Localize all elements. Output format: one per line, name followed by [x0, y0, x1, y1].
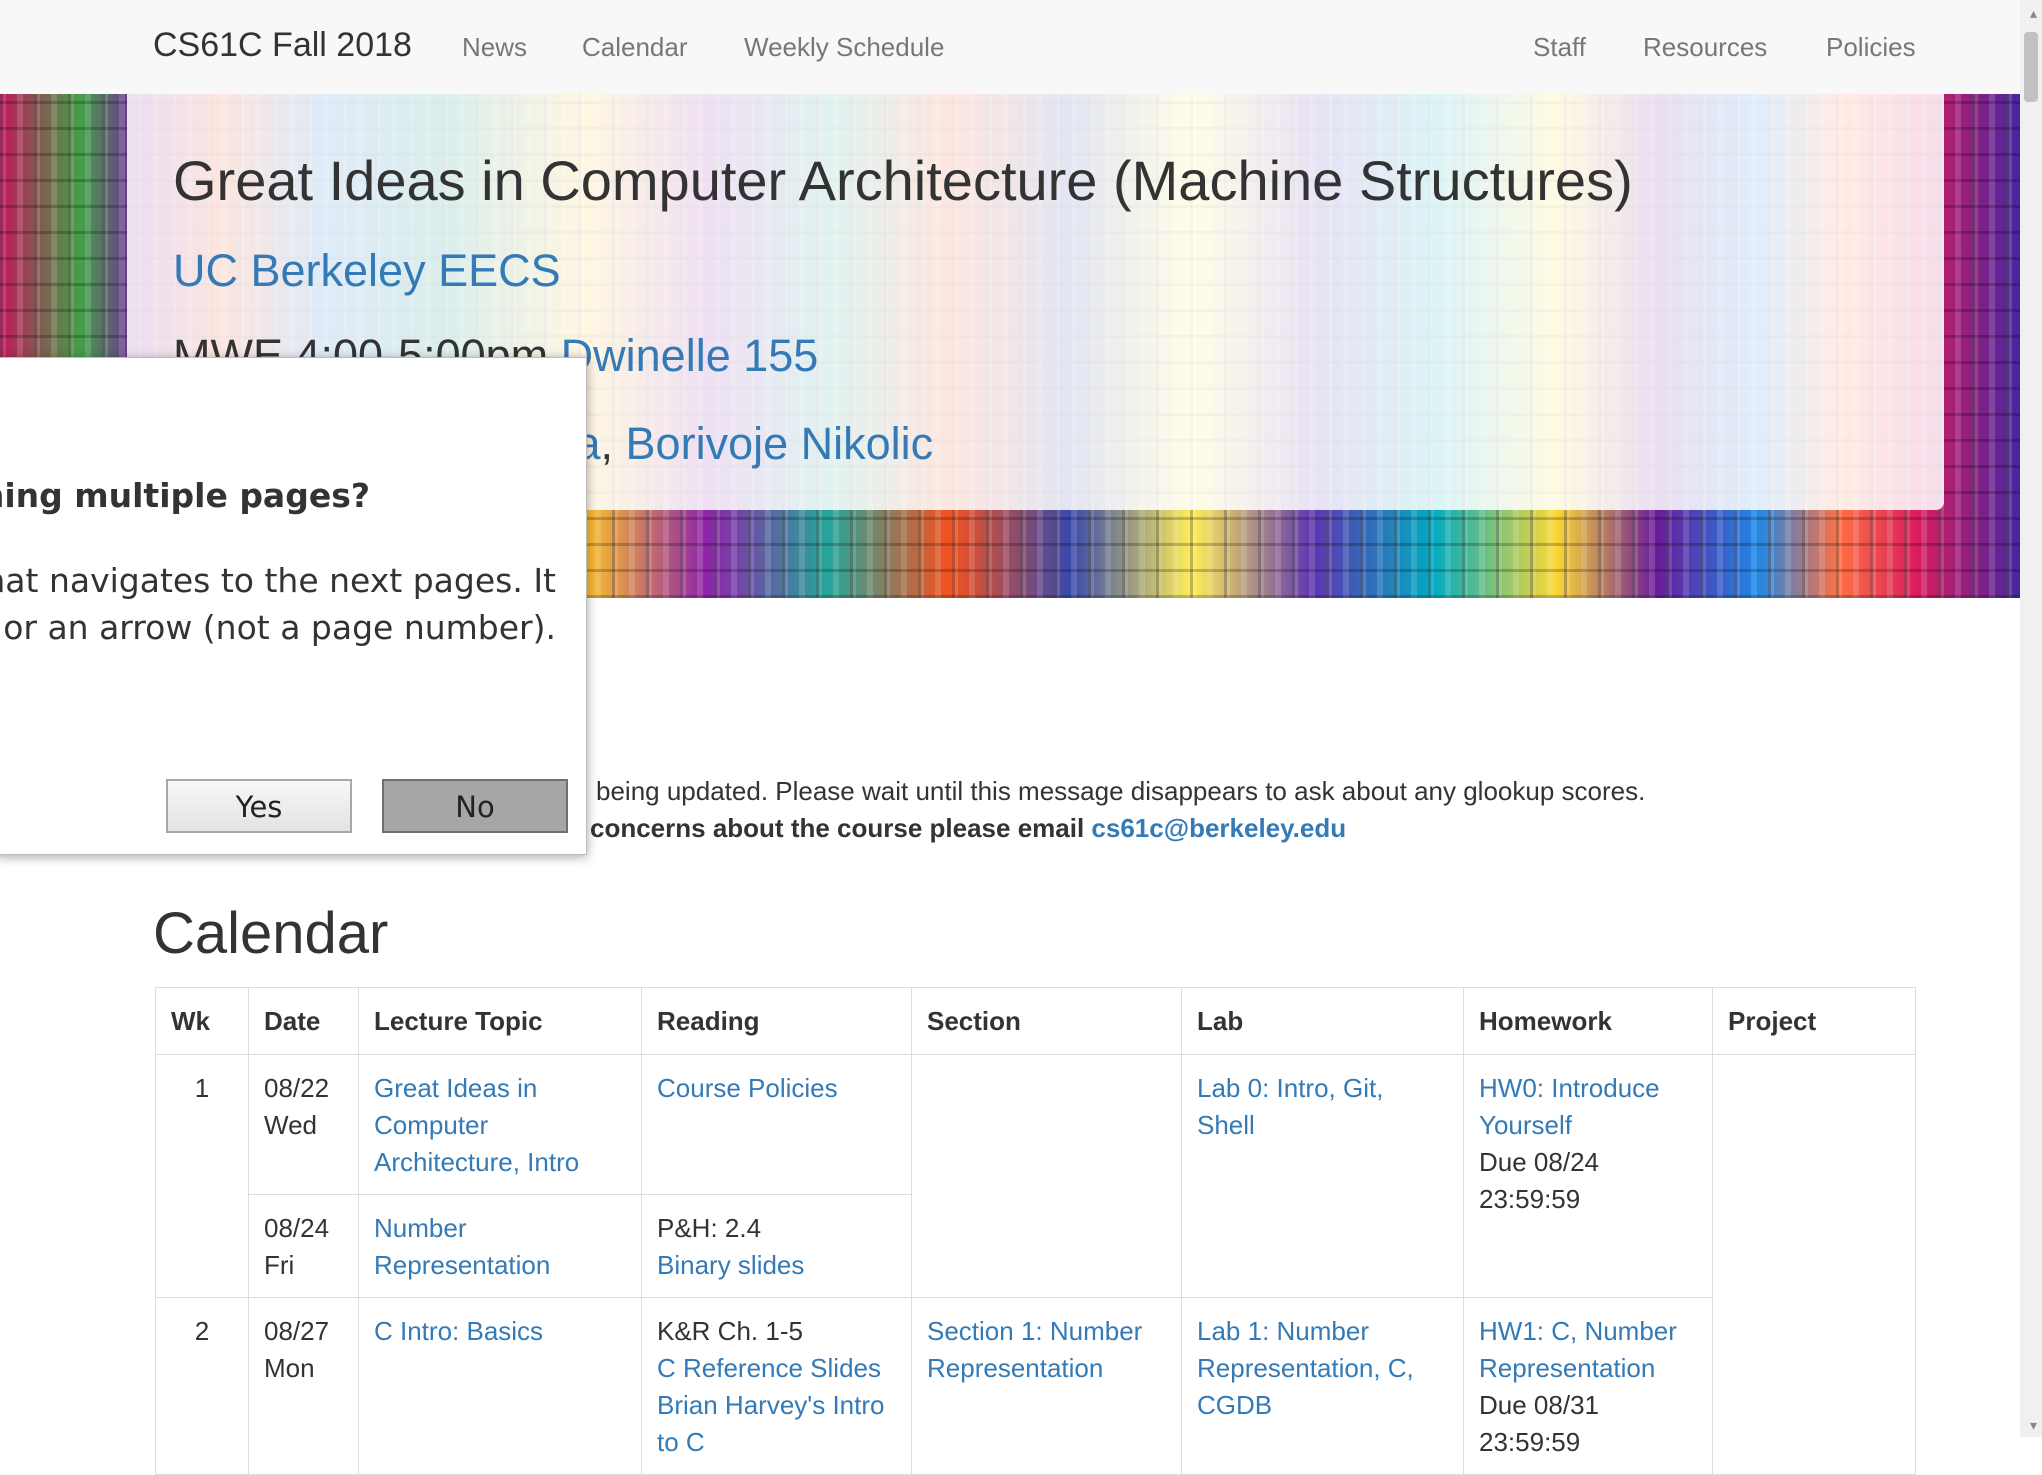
table-row: 1 08/22 Wed Great Ideas in Computer Archite…: [155, 1054, 1916, 1475]
lecture-link[interactable]: Number: [374, 1210, 626, 1247]
lecture-cell: C Intro: Basics: [358, 1297, 642, 1475]
date-cell: 08/24 Fri: [248, 1194, 359, 1298]
lecture-cell: Great Ideas in Computer Architecture, Intr…: [358, 1054, 642, 1195]
col-header-homework: Homework: [1463, 987, 1713, 1055]
page-scrollbar[interactable]: ▴ ▾: [2020, 0, 2042, 1437]
lecture-link[interactable]: C Intro: Basics: [374, 1313, 626, 1350]
lab-link[interactable]: Lab 1: Number: [1197, 1313, 1448, 1350]
col-header-section: Section: [911, 987, 1182, 1055]
lab-link[interactable]: CGDB: [1197, 1387, 1448, 1424]
dialog-question: anning multiple pages?: [0, 476, 370, 515]
homework-due-time: 23:59:59: [1479, 1427, 1581, 1457]
scroll-up-arrow-icon[interactable]: ▴: [2030, 6, 2037, 20]
scroll-down-arrow-icon[interactable]: ▾: [2030, 1418, 2037, 1432]
date: 08/27: [264, 1316, 330, 1346]
nav-calendar[interactable]: Calendar: [582, 32, 688, 63]
homework-due: Due 08/31: [1479, 1390, 1599, 1420]
lecture-cell: Number Representation: [358, 1194, 642, 1298]
email-link[interactable]: cs61c@berkeley.edu: [1091, 813, 1346, 843]
dialog-body-line-1: hat navigates to the next pages. It: [0, 561, 556, 600]
brand-link[interactable]: CS61C Fall 2018: [153, 26, 412, 65]
lab-cell: Lab 0: Intro, Git, Shell: [1181, 1054, 1464, 1298]
dialog-body-line-2: on or an arrow (not a page number).: [0, 608, 556, 647]
lecture-link[interactable]: Great Ideas in: [374, 1070, 626, 1107]
table-header-row: Wk Date Lecture Topic Reading Section La…: [155, 987, 1916, 1055]
weekday: Fri: [264, 1250, 295, 1280]
reading-cell: Course Policies: [641, 1054, 912, 1195]
lab-link[interactable]: Representation, C,: [1197, 1350, 1448, 1387]
col-header-date: Date: [248, 987, 359, 1055]
nav-weekly-schedule[interactable]: Weekly Schedule: [744, 32, 944, 63]
homework-due-time: 23:59:59: [1479, 1184, 1581, 1214]
lab-cell: Lab 1: Number Representation, C, CGDB: [1181, 1297, 1464, 1475]
section-cell: Section 1: Number Representation: [911, 1297, 1182, 1475]
col-header-lab: Lab: [1181, 987, 1464, 1055]
homework-due: Due 08/24: [1479, 1147, 1599, 1177]
calendar-table: Wk Date Lecture Topic Reading Section La…: [155, 987, 1916, 1475]
date-cell: 08/22 Wed: [248, 1054, 359, 1195]
homework-link[interactable]: HW1: C, Number: [1479, 1313, 1697, 1350]
lab-link[interactable]: Shell: [1197, 1107, 1448, 1144]
nav-policies[interactable]: Policies: [1826, 32, 1916, 63]
lecture-link[interactable]: Representation: [374, 1247, 626, 1284]
reading-cell: P&H: 2.4 Binary slides: [641, 1194, 912, 1298]
date: 08/24: [264, 1213, 330, 1243]
reading-link[interactable]: Brian Harvey's Intro: [657, 1387, 896, 1424]
reading-link[interactable]: Course Policies: [657, 1070, 896, 1107]
homework-link[interactable]: HW0: Introduce: [1479, 1070, 1697, 1107]
scrollbar-thumb[interactable]: [2024, 32, 2038, 102]
col-header-project: Project: [1712, 987, 1916, 1055]
date: 08/22: [264, 1073, 330, 1103]
top-navbar: CS61C Fall 2018 News Calendar Weekly Sch…: [0, 0, 2020, 95]
multi-page-dialog: anning multiple pages? hat navigates to …: [0, 357, 587, 855]
lecture-link[interactable]: Computer: [374, 1107, 626, 1144]
location-link[interactable]: Dwinelle 155: [561, 330, 819, 381]
reading-cell: K&R Ch. 1-5 C Reference Slides Brian Harve…: [641, 1297, 912, 1475]
homework-cell: HW1: C, Number Representation Due 08/31 23:…: [1463, 1297, 1713, 1475]
reading-link[interactable]: Binary slides: [657, 1247, 896, 1284]
nav-resources[interactable]: Resources: [1643, 32, 1767, 63]
weekday: Wed: [264, 1110, 317, 1140]
lab-link[interactable]: Lab 0: Intro, Git,: [1197, 1070, 1448, 1107]
homework-cell: HW0: Introduce Yourself Due 08/24 23:59:59: [1463, 1054, 1713, 1298]
col-header-lecture: Lecture Topic: [358, 987, 642, 1055]
table-row: 2 08/27 Mon C Intro: Basics K&R Ch. 1-5 C …: [155, 1297, 1916, 1475]
nav-staff[interactable]: Staff: [1533, 32, 1586, 63]
no-button[interactable]: No: [382, 779, 568, 833]
lecture-link[interactable]: Architecture, Intro: [374, 1144, 626, 1181]
week-number: 1: [155, 1054, 249, 1298]
section-cell: [911, 1054, 1182, 1298]
instructor-separator: ,: [600, 418, 626, 469]
weekday: Mon: [264, 1353, 315, 1383]
nav-news[interactable]: News: [462, 32, 527, 63]
col-header-reading: Reading: [641, 987, 912, 1055]
date-cell: 08/27 Mon: [248, 1297, 359, 1475]
page-title: Great Ideas in Computer Architecture (Ma…: [173, 149, 1633, 212]
reading-link[interactable]: to C: [657, 1424, 896, 1461]
instructor-link-2[interactable]: Borivoje Nikolic: [626, 418, 934, 469]
reading-text: P&H: 2.4: [657, 1213, 762, 1243]
homework-link[interactable]: Representation: [1479, 1350, 1697, 1387]
yes-button[interactable]: Yes: [166, 779, 352, 833]
calendar-heading: Calendar: [153, 901, 389, 966]
eecs-link[interactable]: UC Berkeley EECS: [173, 245, 561, 297]
section-link[interactable]: Representation: [927, 1350, 1166, 1387]
project-cell: [1712, 1054, 1916, 1475]
reading-text: K&R Ch. 1-5: [657, 1316, 803, 1346]
homework-link[interactable]: Yourself: [1479, 1107, 1697, 1144]
week-number: 2: [155, 1297, 249, 1475]
section-link[interactable]: Section 1: Number: [927, 1313, 1166, 1350]
col-header-wk: Wk: [155, 987, 249, 1055]
reading-link[interactable]: C Reference Slides: [657, 1350, 896, 1387]
